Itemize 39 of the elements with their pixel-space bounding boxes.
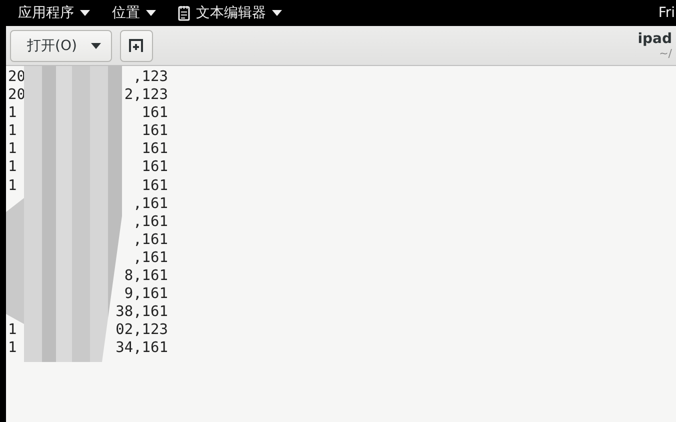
line-text: 161: [142, 158, 168, 177]
line-text: 1: [8, 104, 17, 122]
line-text: 02,123: [116, 321, 168, 340]
line-text: 161: [142, 122, 168, 140]
line-text: 38,161: [116, 303, 168, 322]
clock: Fri: [658, 5, 675, 21]
new-tab-button[interactable]: [120, 30, 153, 62]
line-text: 1: [8, 140, 17, 158]
line-text: 161: [142, 176, 168, 195]
line-text: 1: [8, 321, 17, 340]
line-text: 161: [142, 104, 168, 122]
notepad-icon: [178, 5, 190, 21]
caret-icon: [80, 10, 90, 16]
caret-icon: [272, 10, 282, 16]
line-text: 8,161: [124, 267, 168, 286]
line-text: 9,161: [124, 285, 168, 304]
line-text: 20: [8, 86, 26, 104]
line-text: ,161: [133, 194, 168, 213]
line-text: 1: [8, 339, 17, 358]
line-text: ,161: [133, 212, 168, 231]
line-text: 20: [8, 68, 26, 86]
file-path: ~/: [659, 47, 672, 60]
line-text: ,161: [133, 230, 168, 249]
line-text: ,161: [133, 248, 168, 268]
new-tab-icon: [129, 38, 144, 52]
line-text: 34,161: [116, 339, 168, 358]
caret-icon: [90, 42, 101, 48]
line-text: 161: [142, 140, 168, 158]
top-bar-menu[interactable]: 位置: [112, 4, 140, 22]
line-text: 1: [8, 176, 17, 195]
window-title: ipad: [638, 31, 672, 47]
open-button[interactable]: 打开(O): [10, 30, 112, 62]
line-text: 2,123: [124, 86, 168, 104]
line-text: ,123: [133, 68, 168, 86]
top-bar-menu[interactable]: 文本编辑器: [196, 4, 266, 22]
caret-icon: [146, 10, 156, 16]
line-text: 1: [8, 122, 17, 140]
line-text: 1: [8, 158, 17, 177]
top-bar-menu[interactable]: 应用程序: [18, 4, 74, 22]
